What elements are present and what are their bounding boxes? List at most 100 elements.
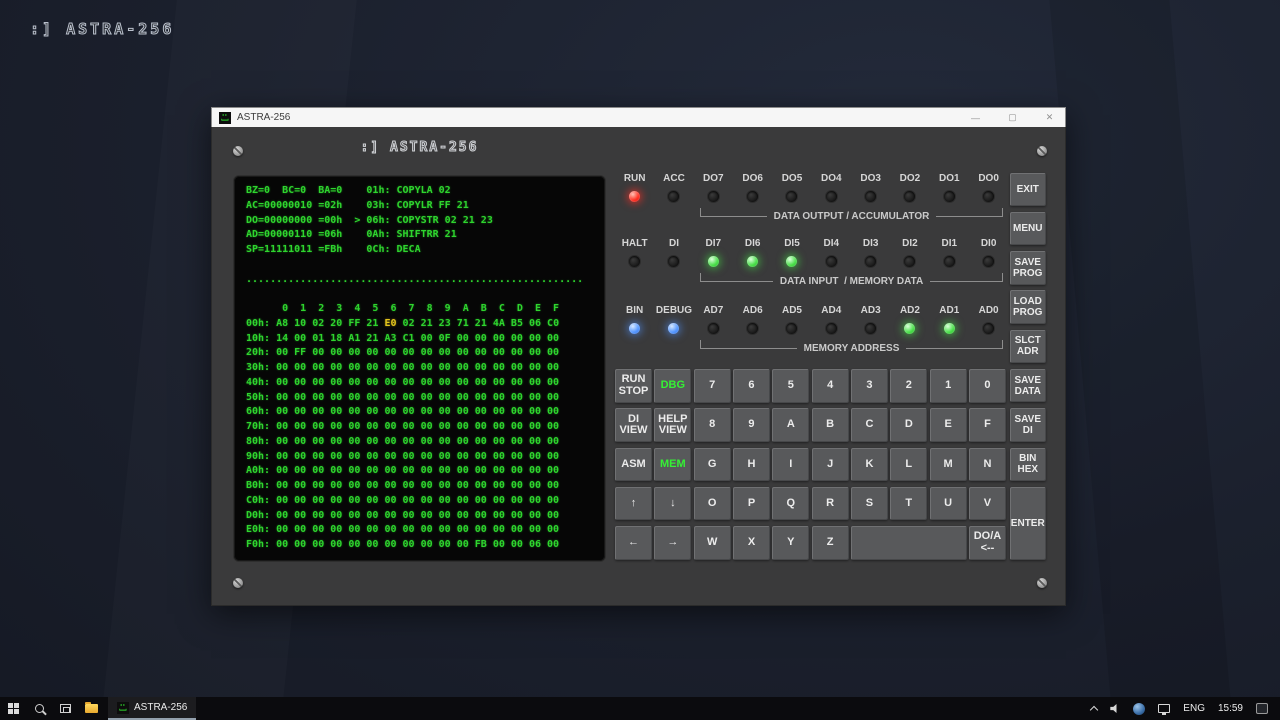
key-di-view[interactable]: DI VIEW — [615, 408, 652, 442]
led-label-acc: ACC — [654, 171, 693, 187]
key-dbg[interactable]: DBG — [654, 369, 691, 403]
led-ad3 — [865, 323, 876, 334]
key-b[interactable]: B — [812, 408, 849, 442]
key-do-a[interactable]: DO/A <-- — [969, 526, 1006, 560]
key-d[interactable]: D — [890, 408, 927, 442]
key-arrow-down[interactable]: ↓ — [654, 487, 691, 521]
led-do5 — [786, 191, 797, 202]
key-t[interactable]: T — [890, 487, 927, 521]
led-label-di: DI — [654, 236, 693, 252]
key-p[interactable]: P — [733, 487, 770, 521]
key-e[interactable]: E — [930, 408, 967, 442]
key-f[interactable]: F — [969, 408, 1006, 442]
key-m[interactable]: M — [930, 448, 967, 482]
task-view-button[interactable] — [52, 697, 78, 720]
slct-adr-button[interactable]: SLCT ADR — [1010, 330, 1047, 364]
key-z[interactable]: Z — [812, 526, 849, 560]
key-h[interactable]: H — [733, 448, 770, 482]
led-label-ad1: AD1 — [930, 303, 969, 319]
led-ad0 — [983, 323, 994, 334]
key-0[interactable]: 0 — [969, 369, 1006, 403]
taskbar-app-label: ASTRA-256 — [134, 702, 187, 713]
start-button[interactable] — [0, 697, 26, 720]
save-data-button[interactable]: SAVE DATA — [1010, 369, 1047, 403]
key-v[interactable]: V — [969, 487, 1006, 521]
led-di7 — [708, 256, 719, 267]
led-label-run: RUN — [615, 171, 654, 187]
led-di — [668, 256, 679, 267]
led-label-ad5: AD5 — [772, 303, 811, 319]
key-u[interactable]: U — [930, 487, 967, 521]
terminal-text: BZ=0 BC=0 BA=0 01h: COPYLA 02 AC=0000001… — [246, 184, 593, 553]
led-debug — [668, 323, 679, 334]
language-indicator[interactable]: ENG — [1183, 703, 1205, 714]
minimize-button[interactable]: — — [960, 108, 991, 127]
clock[interactable]: 15:59 — [1218, 703, 1243, 714]
background-shape — [1049, 0, 1230, 700]
led-group-1: HALTDIDI7DI6DI5DI4DI3DI2DI1DI0DATA INPUT… — [615, 236, 1009, 288]
key-r[interactable]: R — [812, 487, 849, 521]
led-di1 — [944, 256, 955, 267]
menu-button[interactable]: MENU — [1010, 212, 1047, 246]
load-prog-button[interactable]: LOAD PROG — [1010, 290, 1047, 324]
save-prog-button[interactable]: SAVE PROG — [1010, 251, 1047, 285]
key-n[interactable]: N — [969, 448, 1006, 482]
tray-app-icon[interactable] — [1133, 703, 1145, 715]
exit-button[interactable]: EXIT — [1010, 173, 1047, 207]
key-5[interactable]: 5 — [772, 369, 809, 403]
led-ad1 — [944, 323, 955, 334]
key-s[interactable]: S — [851, 487, 888, 521]
key-asm[interactable]: ASM — [615, 448, 652, 482]
key-a[interactable]: A — [772, 408, 809, 442]
file-explorer-button[interactable] — [78, 697, 104, 720]
led-label-do2: DO2 — [890, 171, 929, 187]
key-1[interactable]: 1 — [930, 369, 967, 403]
volume-icon[interactable] — [1110, 704, 1120, 713]
key-j[interactable]: J — [812, 448, 849, 482]
led-label-ad3: AD3 — [851, 303, 890, 319]
key-w[interactable]: W — [694, 526, 731, 560]
led-do3 — [865, 191, 876, 202]
close-button[interactable]: ✕ — [1034, 108, 1065, 127]
network-icon[interactable] — [1158, 704, 1170, 713]
key-x[interactable]: X — [733, 526, 770, 560]
key-k[interactable]: K — [851, 448, 888, 482]
key-mem[interactable]: MEM — [654, 448, 691, 482]
key-y[interactable]: Y — [772, 526, 809, 560]
key-run-stop[interactable]: RUN STOP — [615, 369, 652, 403]
key-7[interactable]: 7 — [694, 369, 731, 403]
key-help-view[interactable]: HELP VIEW — [654, 408, 691, 442]
screw-icon — [233, 578, 243, 588]
key-g[interactable]: G — [694, 448, 731, 482]
save-di-button[interactable]: SAVE DI — [1010, 408, 1047, 442]
key-arrow-left[interactable]: ← — [615, 526, 652, 560]
key-9[interactable]: 9 — [733, 408, 770, 442]
taskbar-app-astra-256[interactable]: :] ASTRA-256 — [108, 697, 196, 720]
led-ad6 — [747, 323, 758, 334]
key-i[interactable]: I — [772, 448, 809, 482]
key-c[interactable]: C — [851, 408, 888, 442]
key-arrow-right[interactable]: → — [654, 526, 691, 560]
key-space[interactable] — [851, 526, 967, 560]
search-button[interactable] — [26, 697, 52, 720]
led-di4 — [826, 256, 837, 267]
key-2[interactable]: 2 — [890, 369, 927, 403]
key-3[interactable]: 3 — [851, 369, 888, 403]
key-6[interactable]: 6 — [733, 369, 770, 403]
key-8[interactable]: 8 — [694, 408, 731, 442]
maximize-button[interactable]: ▢ — [997, 108, 1028, 127]
key-o[interactable]: O — [694, 487, 731, 521]
key-4[interactable]: 4 — [812, 369, 849, 403]
led-label-debug: DEBUG — [654, 303, 693, 319]
key-q[interactable]: Q — [772, 487, 809, 521]
key-arrow-up[interactable]: ↑ — [615, 487, 652, 521]
tray-expand-icon[interactable] — [1090, 706, 1098, 714]
key-l[interactable]: L — [890, 448, 927, 482]
task-view-icon — [60, 704, 71, 713]
enter-button[interactable]: ENTER — [1010, 487, 1047, 560]
bin-hex-button[interactable]: BIN HEX — [1010, 448, 1047, 482]
led-acc — [668, 191, 679, 202]
led-ad4 — [826, 323, 837, 334]
led-group-bracket: MEMORY ADDRESS — [700, 341, 1003, 355]
action-center-icon[interactable] — [1256, 703, 1268, 714]
